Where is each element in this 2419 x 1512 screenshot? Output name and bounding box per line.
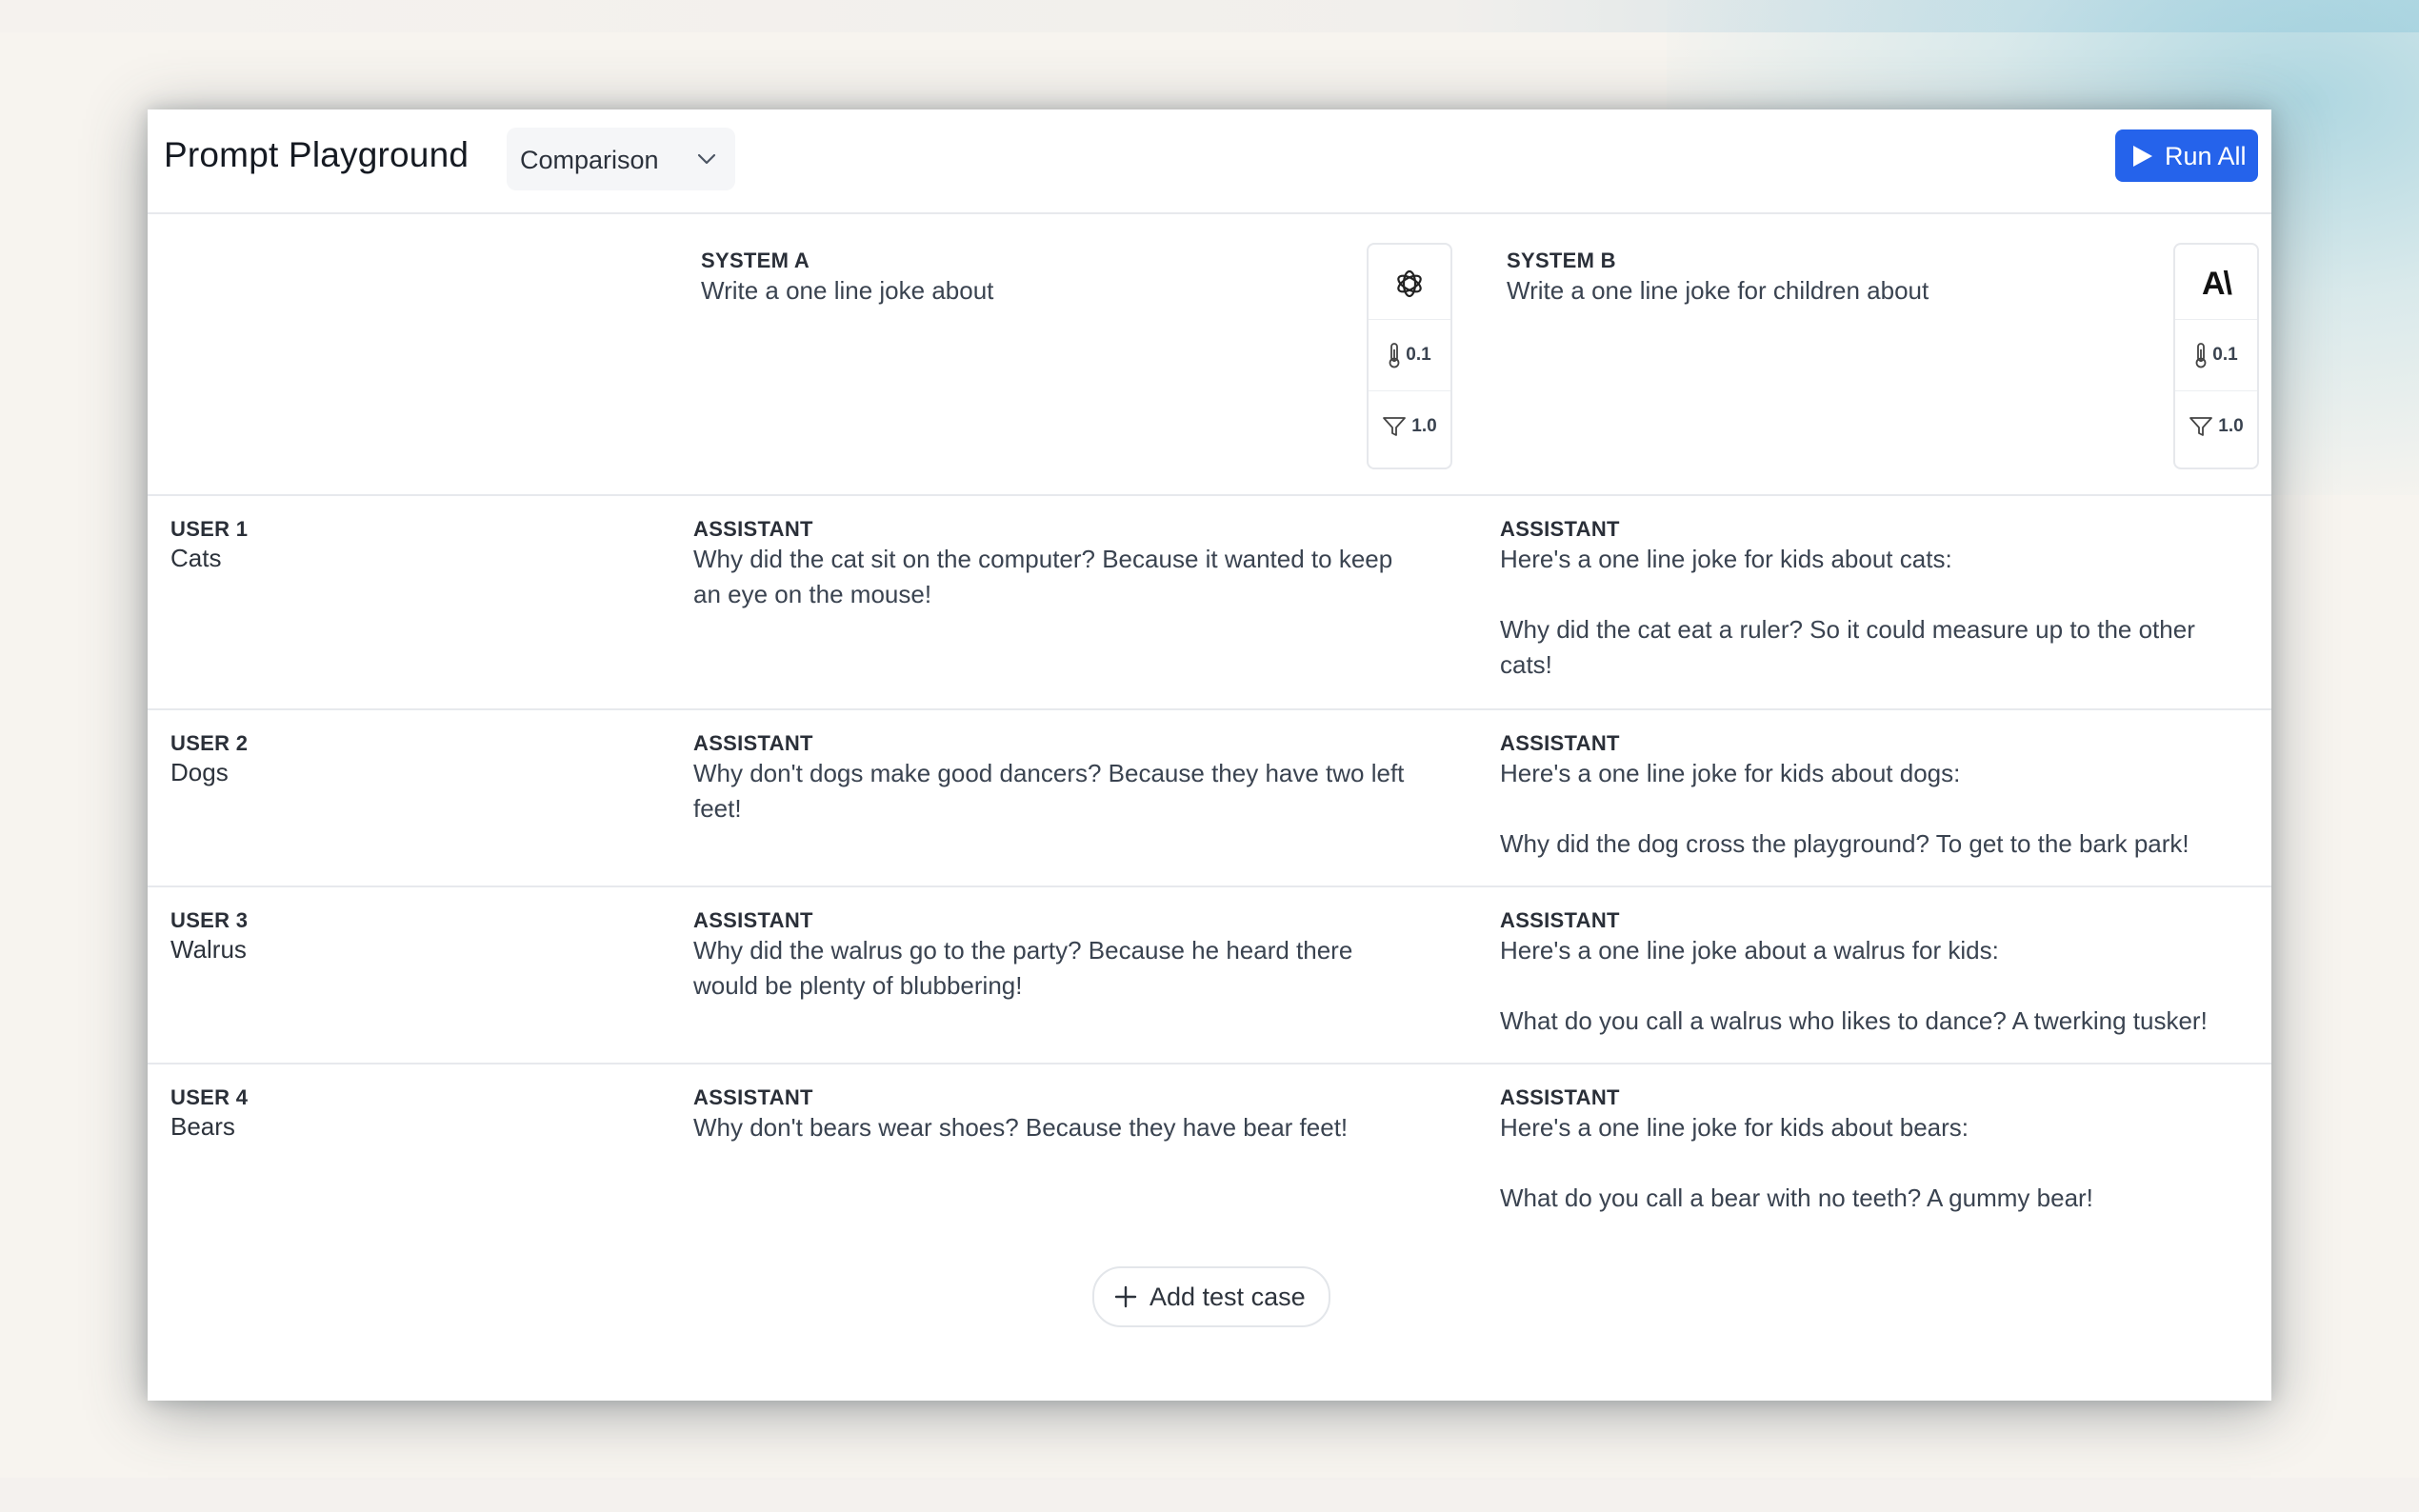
assistant-label: ASSISTANT xyxy=(693,908,813,932)
openai-icon xyxy=(1397,269,1422,298)
system-b-top-p-value: 1.0 xyxy=(2218,416,2244,436)
system-b-temperature-value: 0.1 xyxy=(2212,345,2238,365)
response-line: an eye on the mouse! xyxy=(693,580,932,608)
system-a-top-p-value: 1.0 xyxy=(1411,416,1437,436)
response-line: Here's a one line joke for kids about do… xyxy=(1500,759,1961,787)
user-label: USER 4 xyxy=(170,1085,249,1109)
add-test-case-label: Add test case xyxy=(1150,1283,1306,1311)
assistant-label: ASSISTANT xyxy=(1500,908,1620,932)
test-case-row: USER 3 Walrus ASSISTANT Why did the walrus … xyxy=(148,887,2271,1064)
user-message[interactable]: USER 3 Walrus xyxy=(170,908,248,965)
test-case-row: USER 4 Bears ASSISTANT Why don't bears wear… xyxy=(148,1064,2271,1255)
assistant-b-response: ASSISTANT Here's a one line joke for kids… xyxy=(1500,517,2262,683)
assistant-label: ASSISTANT xyxy=(693,517,813,541)
playground-window: Prompt Playground Comparison Run All SYS… xyxy=(148,109,2271,1401)
assistant-a-text: Why don't bears wear shoes? Because they… xyxy=(693,1110,1465,1145)
system-b-top-p[interactable]: 1.0 xyxy=(2175,391,2257,462)
response-line: Here's a one line joke about a walrus fo… xyxy=(1500,936,1999,965)
user-message[interactable]: USER 4 Bears xyxy=(170,1085,248,1142)
play-icon xyxy=(2133,146,2152,167)
assistant-b-response: ASSISTANT Here's a one line joke about a … xyxy=(1500,908,2262,1039)
test-case-row: USER 1 Cats ASSISTANT Why did the cat sit o… xyxy=(148,496,2271,710)
user-label: USER 1 xyxy=(170,517,249,541)
thermometer-icon xyxy=(2195,343,2207,368)
header-bar: Prompt Playground Comparison Run All xyxy=(148,109,2271,214)
assistant-label: ASSISTANT xyxy=(1500,517,1620,541)
user-message[interactable]: USER 1 Cats xyxy=(170,517,248,573)
page-title: Prompt Playground xyxy=(164,135,470,174)
system-b-temperature[interactable]: 0.1 xyxy=(2175,319,2257,391)
system-a-params-card: 0.1 1.0 xyxy=(1367,243,1452,469)
response-line: Why don't dogs make good dancers? Becaus… xyxy=(693,759,1405,787)
assistant-a-response: ASSISTANT Why did the cat sit on the comp… xyxy=(693,517,1465,612)
assistant-a-response: ASSISTANT Why did the walrus go to the pa… xyxy=(693,908,1465,1004)
assistant-label: ASSISTANT xyxy=(693,731,813,755)
response-line: Why don't bears wear shoes? Because they… xyxy=(693,1113,1349,1142)
user-text[interactable]: Dogs xyxy=(170,758,248,787)
response-line: Why did the cat eat a ruler? So it could… xyxy=(1500,615,2195,644)
user-text[interactable]: Walrus xyxy=(170,935,248,965)
anthropic-icon: A\ xyxy=(2202,265,2232,302)
system-a-model-button[interactable] xyxy=(1369,249,1450,319)
response-line: feet! xyxy=(693,794,742,823)
chevron-down-icon xyxy=(697,153,716,165)
system-b-prompt[interactable]: Write a one line joke for children about xyxy=(1507,276,1929,306)
mode-dropdown-label: Comparison xyxy=(520,146,659,174)
assistant-b-response: ASSISTANT Here's a one line joke for kids… xyxy=(1500,1085,2262,1216)
system-b-model-button[interactable]: A\ xyxy=(2175,249,2257,319)
system-b-params-card: A\ 0.1 1.0 xyxy=(2173,243,2259,469)
assistant-b-response: ASSISTANT Here's a one line joke for kids… xyxy=(1500,731,2262,862)
user-label: USER 3 xyxy=(170,908,249,932)
response-line: What do you call a bear with no teeth? A… xyxy=(1500,1184,2093,1212)
response-line: Why did the cat sit on the computer? Bec… xyxy=(693,545,1393,573)
system-b-block[interactable]: SYSTEM B Write a one line joke for child… xyxy=(1507,249,1929,306)
background-band-bottom xyxy=(0,1478,2419,1512)
filter-icon xyxy=(1383,417,1407,436)
user-label: USER 2 xyxy=(170,731,249,755)
assistant-b-text: Here's a one line joke for kids about do… xyxy=(1500,756,2262,862)
system-prompts-row: SYSTEM A Write a one line joke about 0.1… xyxy=(148,214,2271,496)
run-all-button[interactable]: Run All xyxy=(2115,129,2258,182)
system-a-prompt[interactable]: Write a one line joke about xyxy=(701,276,993,306)
user-message[interactable]: USER 2 Dogs xyxy=(170,731,248,787)
assistant-label: ASSISTANT xyxy=(693,1085,813,1109)
assistant-a-text: Why did the walrus go to the party? Beca… xyxy=(693,933,1465,1004)
response-line: Why did the dog cross the playground? To… xyxy=(1500,829,2189,858)
response-line: Here's a one line joke for kids about be… xyxy=(1500,1113,1969,1142)
system-a-top-p[interactable]: 1.0 xyxy=(1369,391,1450,462)
mode-dropdown[interactable]: Comparison xyxy=(507,128,735,190)
assistant-a-response: ASSISTANT Why don't bears wear shoes? Bec… xyxy=(693,1085,1465,1145)
system-a-label: SYSTEM A xyxy=(701,249,810,272)
filter-icon xyxy=(2189,417,2213,436)
system-a-temperature-value: 0.1 xyxy=(1406,345,1431,365)
plus-icon xyxy=(1114,1285,1137,1308)
response-line: cats! xyxy=(1500,650,1552,679)
assistant-b-text: Here's a one line joke about a walrus fo… xyxy=(1500,933,2262,1039)
system-b-label: SYSTEM B xyxy=(1507,249,1616,272)
response-line: Why did the walrus go to the party? Beca… xyxy=(693,936,1353,965)
assistant-a-response: ASSISTANT Why don't dogs make good dancer… xyxy=(693,731,1465,826)
assistant-a-text: Why don't dogs make good dancers? Becaus… xyxy=(693,756,1465,826)
add-test-case-button[interactable]: Add test case xyxy=(1092,1266,1330,1327)
user-text[interactable]: Cats xyxy=(170,544,248,573)
response-line: What do you call a walrus who likes to d… xyxy=(1500,1006,2208,1035)
system-a-temperature[interactable]: 0.1 xyxy=(1369,319,1450,391)
test-case-row: USER 2 Dogs ASSISTANT Why don't dogs make g… xyxy=(148,710,2271,887)
assistant-label: ASSISTANT xyxy=(1500,1085,1620,1109)
assistant-b-text: Here's a one line joke for kids about be… xyxy=(1500,1110,2262,1216)
response-line: Here's a one line joke for kids about ca… xyxy=(1500,545,1952,573)
assistant-b-text: Here's a one line joke for kids about ca… xyxy=(1500,542,2262,683)
system-a-block[interactable]: SYSTEM A Write a one line joke about xyxy=(701,249,993,306)
thermometer-icon xyxy=(1389,343,1400,368)
response-line: would be plenty of blubbering! xyxy=(693,971,1023,1000)
assistant-a-text: Why did the cat sit on the computer? Bec… xyxy=(693,542,1465,612)
user-text[interactable]: Bears xyxy=(170,1112,248,1142)
assistant-label: ASSISTANT xyxy=(1500,731,1620,755)
run-all-label: Run All xyxy=(2165,142,2247,170)
